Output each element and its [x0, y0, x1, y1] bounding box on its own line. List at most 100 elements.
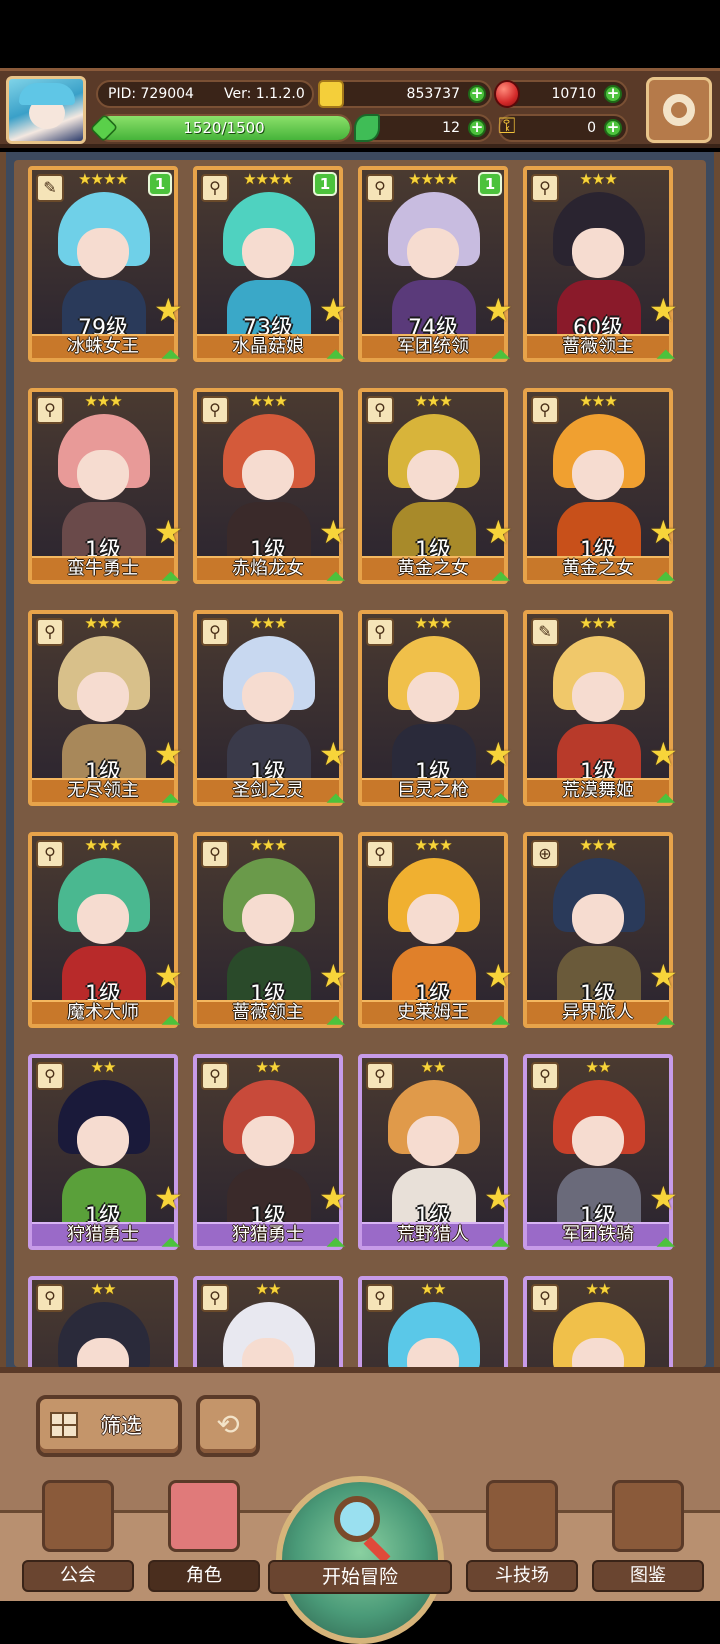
star-upgrade-icon[interactable]: ★ [484, 960, 516, 992]
character-card[interactable]: ⚲ ★★ [358, 1276, 508, 1367]
level-up-arrow-icon[interactable]: ⏶ [651, 340, 681, 370]
portrait-face [572, 450, 624, 500]
star-upgrade-icon[interactable]: ★ [649, 960, 681, 992]
character-card[interactable]: ✎ ★★★★ 1 79级 冰蛛女王 ★ ⏶ [28, 166, 183, 370]
star-upgrade-icon[interactable]: ★ [319, 516, 351, 548]
coin-pill: 853737 + [318, 80, 492, 108]
level-up-arrow-icon[interactable]: ⏶ [486, 562, 516, 592]
level-up-arrow-icon[interactable]: ⏶ [321, 784, 351, 814]
gem-pill: 10710 + [494, 80, 628, 108]
level-up-arrow-icon[interactable]: ⏶ [156, 1228, 186, 1258]
character-card[interactable]: ⚲ ★★★ 1级 巨灵之枪 ★ ⏶ [358, 610, 513, 814]
character-card[interactable]: ⚲ ★★★★ 1 73级 水晶菇娘 ★ ⏶ [193, 166, 348, 370]
add-gems-button[interactable]: + [604, 85, 622, 103]
level-up-arrow-icon[interactable]: ⏶ [156, 784, 186, 814]
level-up-arrow-icon[interactable]: ⏶ [321, 562, 351, 592]
filter-button[interactable]: 筛选 [36, 1395, 182, 1457]
nav-guild[interactable]: 公会 [22, 1480, 134, 1600]
nav-character[interactable]: 角色 [148, 1480, 260, 1600]
nav-guild-label: 公会 [22, 1560, 134, 1592]
character-card[interactable]: ⚲ ★★★★ 1 74级 军团统领 ★ ⏶ [358, 166, 513, 370]
star-upgrade-icon[interactable]: ★ [319, 294, 351, 326]
character-card[interactable]: ⚲ ★★★ 1级 魔术大师 ★ ⏶ [28, 832, 183, 1036]
refresh-button[interactable]: ⟲ [196, 1395, 260, 1457]
card-frame: ⚲ ★★ 1级 狩猎勇士 [28, 1054, 178, 1250]
character-name: 军团铁骑 [527, 1222, 669, 1246]
character-card[interactable]: ⚲ ★★★ 1级 蔷薇领主 ★ ⏶ [193, 832, 348, 1036]
card-frame: ⚲ ★★★ 1级 圣剑之灵 [193, 610, 343, 806]
character-name: 巨灵之枪 [362, 778, 504, 802]
star-upgrade-icon[interactable]: ★ [154, 960, 186, 992]
game-version: Ver: 1.1.2.0 [224, 86, 305, 102]
nav-codex[interactable]: 图鉴 [592, 1480, 704, 1600]
nav-character-label: 角色 [148, 1560, 260, 1592]
character-card[interactable]: ⚲ ★★★ 1级 无尽领主 ★ ⏶ [28, 610, 183, 814]
add-coins-button[interactable]: + [468, 85, 486, 103]
rarity-stars: ★★★ [84, 392, 122, 410]
character-card[interactable]: ⚲ ★★ [523, 1276, 673, 1367]
rarity-stars: ★★ [585, 1280, 612, 1298]
character-card[interactable]: ⚲ ★★★ 1级 黄金之女 ★ ⏶ [358, 388, 513, 592]
level-up-arrow-icon[interactable]: ⏶ [321, 340, 351, 370]
card-frame: ⚲ ★★★ 1级 蔷薇领主 [193, 832, 343, 1028]
filter-label: 筛选 [100, 1414, 142, 1438]
player-avatar[interactable] [6, 76, 86, 144]
star-upgrade-icon[interactable]: ★ [319, 1182, 351, 1214]
star-upgrade-icon[interactable]: ★ [484, 738, 516, 770]
bottom-nav: 公会 角色 开始冒险 斗技场 图鉴 [0, 1470, 720, 1644]
character-card[interactable]: ⚲ ★★★ 1级 史莱姆王 ★ ⏶ [358, 832, 513, 1036]
star-upgrade-icon[interactable]: ★ [154, 294, 186, 326]
character-grid-area[interactable]: ✎ ★★★★ 1 79级 冰蛛女王 ★ ⏶ ⚲ ★★★★ 1 73级 水晶菇娘 ★ ⏶ ⚲ ★★★★ 1 74级军… [0, 152, 720, 1367]
character-card[interactable]: ⚲ ★★★ 1级 黄金之女 ★ ⏶ [523, 388, 678, 592]
character-name: 黄金之女 [527, 556, 669, 580]
level-up-arrow-icon[interactable]: ⏶ [486, 784, 516, 814]
character-name: 圣剑之灵 [197, 778, 339, 802]
star-upgrade-icon[interactable]: ★ [154, 516, 186, 548]
exp-text: 1520/1500 [183, 119, 265, 137]
star-upgrade-icon[interactable]: ★ [649, 738, 681, 770]
character-card[interactable]: ⊕ ★★★ 1级 异界旅人 ★ ⏶ [523, 832, 678, 1036]
star-upgrade-icon[interactable]: ★ [484, 294, 516, 326]
star-upgrade-icon[interactable]: ★ [484, 516, 516, 548]
star-upgrade-icon[interactable]: ★ [319, 738, 351, 770]
level-up-arrow-icon[interactable]: ⏶ [321, 1228, 351, 1258]
level-up-arrow-icon[interactable]: ⏶ [156, 340, 186, 370]
level-up-arrow-icon[interactable]: ⏶ [486, 1006, 516, 1036]
character-card[interactable]: ⚲ ★★ 1级 狩猎勇士 ★ ⏶ [28, 1054, 183, 1258]
character-card[interactable]: ⚲ ★★★ 1级 赤焰龙女 ★ ⏶ [193, 388, 348, 592]
add-keys-button[interactable]: + [604, 119, 622, 137]
character-card[interactable]: ⚲ ★★★ 1级 蛮牛勇士 ★ ⏶ [28, 388, 183, 592]
character-card[interactable]: ⚲ ★★★ 60级 蔷薇领主 ★ ⏶ [523, 166, 678, 370]
settings-button[interactable] [646, 77, 712, 143]
character-card[interactable]: ⚲ ★★ [193, 1276, 343, 1367]
star-upgrade-icon[interactable]: ★ [649, 294, 681, 326]
exp-bar: 1520/1500 [96, 114, 352, 142]
level-up-arrow-icon[interactable]: ⏶ [156, 562, 186, 592]
character-card[interactable]: ⚲ ★★ 1级 军团铁骑 ★ ⏶ [523, 1054, 678, 1258]
card-frame: ✎ ★★★ 1级 荒漠舞姬 [523, 610, 673, 806]
star-upgrade-icon[interactable]: ★ [154, 738, 186, 770]
star-upgrade-icon[interactable]: ★ [484, 1182, 516, 1214]
level-up-arrow-icon[interactable]: ⏶ [321, 1006, 351, 1036]
star-upgrade-icon[interactable]: ★ [154, 1182, 186, 1214]
nav-arena[interactable]: 斗技场 [466, 1480, 578, 1600]
coin-icon [318, 80, 344, 108]
character-card[interactable]: ⚲ ★★ [28, 1276, 178, 1367]
level-up-arrow-icon[interactable]: ⏶ [486, 340, 516, 370]
character-card[interactable]: ✎ ★★★ 1级 荒漠舞姬 ★ ⏶ [523, 610, 678, 814]
level-up-arrow-icon[interactable]: ⏶ [486, 1228, 516, 1258]
star-upgrade-icon[interactable]: ★ [319, 960, 351, 992]
nav-adventure[interactable]: 开始冒险 [268, 1470, 452, 1644]
level-up-arrow-icon[interactable]: ⏶ [651, 784, 681, 814]
level-up-arrow-icon[interactable]: ⏶ [651, 1228, 681, 1258]
character-name: 荒漠舞姬 [527, 778, 669, 802]
level-up-arrow-icon[interactable]: ⏶ [156, 1006, 186, 1036]
level-up-arrow-icon[interactable]: ⏶ [651, 1006, 681, 1036]
character-card[interactable]: ⚲ ★★ 1级 荒野猎人 ★ ⏶ [358, 1054, 513, 1258]
level-up-arrow-icon[interactable]: ⏶ [651, 562, 681, 592]
character-card[interactable]: ⚲ ★★ 1级 狩猎勇士 ★ ⏶ [193, 1054, 348, 1258]
star-upgrade-icon[interactable]: ★ [649, 516, 681, 548]
add-clovers-button[interactable]: + [468, 119, 486, 137]
star-upgrade-icon[interactable]: ★ [649, 1182, 681, 1214]
character-card[interactable]: ⚲ ★★★ 1级 圣剑之灵 ★ ⏶ [193, 610, 348, 814]
